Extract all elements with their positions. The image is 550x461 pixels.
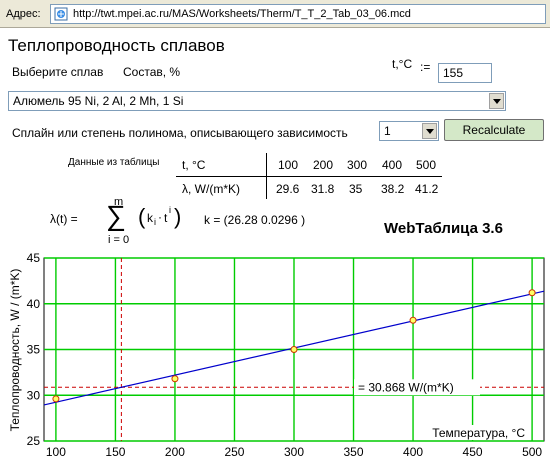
term-t: t xyxy=(164,211,168,225)
x-tick-label: 100 xyxy=(46,445,66,459)
formula: λ(t) = m ∑ i = 0 ( k i · t i ) xyxy=(50,196,220,248)
y-tick-label: 25 xyxy=(27,434,41,448)
t-label: t,°C xyxy=(392,57,413,71)
sigma-icon: ∑ xyxy=(106,200,126,231)
spline-label: Сплайн или степень полинома, описывающег… xyxy=(12,126,348,140)
table-divider xyxy=(176,176,442,177)
x-tick-label: 250 xyxy=(224,445,244,459)
x-tick-label: 350 xyxy=(344,445,364,459)
data-point xyxy=(528,289,536,297)
chart-grid xyxy=(43,257,545,442)
temperature-input[interactable] xyxy=(438,63,492,83)
chevron-down-icon[interactable] xyxy=(422,123,437,139)
degree-select[interactable]: 1 xyxy=(379,121,439,141)
assign-operator: := xyxy=(420,60,431,74)
data-point xyxy=(409,316,417,324)
chart-ticks: 100 150 200 250 300 350 400 450 500 25 30 35 40 45 xyxy=(27,251,543,459)
table-row-label-t: t, °C xyxy=(182,158,206,172)
table-row-label-lambda: λ, W/(m*K) xyxy=(182,182,240,196)
table-cell: 500 xyxy=(416,158,437,172)
y-tick-label: 35 xyxy=(27,343,41,357)
paren-close: ) xyxy=(174,204,182,229)
data-point xyxy=(52,395,60,403)
x-tick-label: 200 xyxy=(165,445,185,459)
x-tick-label: 500 xyxy=(522,445,542,459)
x-tick-label: 300 xyxy=(284,445,304,459)
y-axis-label: Теплопроводность, W / (m*K) xyxy=(8,269,22,432)
term-dot: · xyxy=(158,210,162,224)
x-axis-label: Температура, °C xyxy=(432,426,525,440)
plot-area xyxy=(43,257,545,442)
composition-label: Состав, % xyxy=(123,65,181,79)
term-t-sup: i xyxy=(169,205,171,215)
page-title: Теплопроводность сплавов xyxy=(8,36,225,55)
formula-lhs: λ(t) = xyxy=(50,212,78,226)
chart-series: = 30.868 W/(m*K) xyxy=(43,258,545,441)
table-cell: 38.2 xyxy=(381,182,405,196)
address-label: Адрес: xyxy=(6,8,41,20)
address-url: http://twt.mpei.ac.ru/MAS/Worksheets/The… xyxy=(73,8,411,20)
x-tick-label: 450 xyxy=(463,445,483,459)
data-point xyxy=(171,375,179,383)
term-k-sub: i xyxy=(154,217,156,227)
table-title: Данные из таблицы xyxy=(68,157,160,168)
data-point xyxy=(290,346,298,353)
recalculate-button[interactable]: Recalculate xyxy=(444,119,544,141)
web-table-title: WebТаблица 3.6 xyxy=(384,220,503,237)
coefficients-text: k = (26.28 0.0296 ) xyxy=(204,213,306,227)
y-tick-label: 40 xyxy=(27,297,41,311)
table-cell: 300 xyxy=(347,158,368,172)
term-k: k xyxy=(147,211,153,225)
address-input[interactable]: http://twt.mpei.ac.ru/MAS/Worksheets/The… xyxy=(50,4,546,24)
x-tick-label: 400 xyxy=(403,445,423,459)
table-cell: 41.2 xyxy=(415,182,439,196)
chevron-down-icon[interactable] xyxy=(489,93,504,109)
paren-open: ( xyxy=(138,204,146,229)
table-cell: 200 xyxy=(313,158,334,172)
address-bar: Адрес: http://twt.mpei.ac.ru/MAS/Workshe… xyxy=(0,0,550,28)
y-tick-label: 45 xyxy=(27,251,41,265)
sum-lower-limit: i = 0 xyxy=(108,234,130,246)
fit-line xyxy=(43,290,545,406)
choose-alloy-label: Выберите сплав xyxy=(12,65,104,79)
marker-label-bg xyxy=(354,379,480,396)
y-tick-label: 30 xyxy=(27,388,41,402)
alloy-select-value: Алюмель 95 Ni, 2 Al, 2 Mh, 1 Si xyxy=(13,94,184,108)
table-cell: 35 xyxy=(349,182,363,196)
marker-value-label: = 30.868 W/(m*K) xyxy=(358,380,454,394)
page-icon xyxy=(54,7,68,21)
degree-select-value: 1 xyxy=(384,124,391,138)
table-cell: 31.8 xyxy=(311,182,335,196)
table-cell: 29.6 xyxy=(276,182,300,196)
x-label-bg xyxy=(430,425,530,440)
alloy-select[interactable]: Алюмель 95 Ni, 2 Al, 2 Mh, 1 Si xyxy=(8,91,506,111)
table-cell: 100 xyxy=(278,158,299,172)
table-cell: 400 xyxy=(382,158,403,172)
x-tick-label: 150 xyxy=(105,445,125,459)
